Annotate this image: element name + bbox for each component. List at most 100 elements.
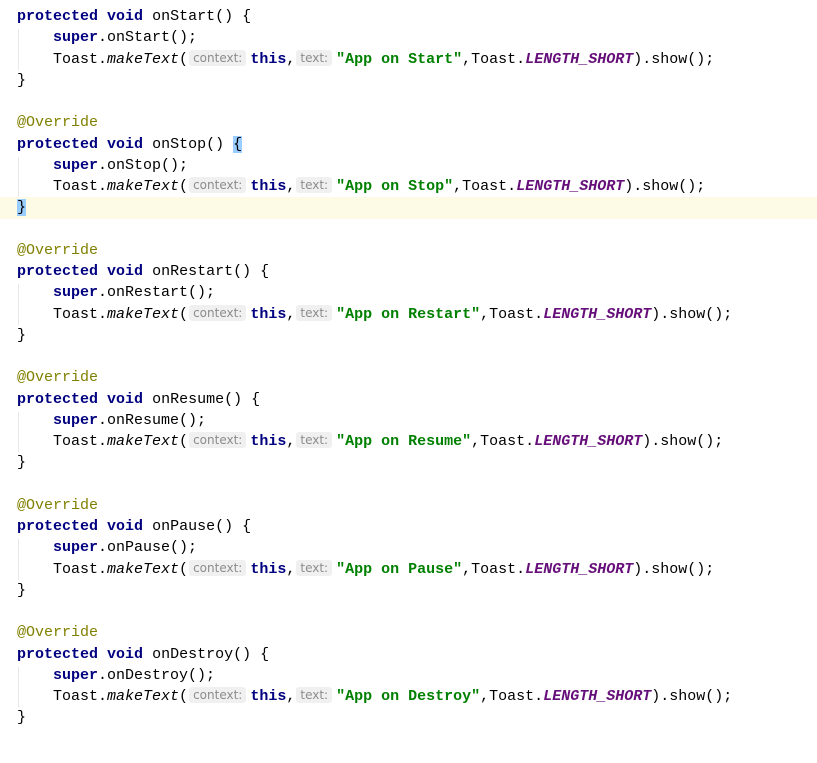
open-brace: { [242,8,252,25]
close-brace: } [17,454,27,472]
toast-line[interactable]: Toast.makeText(context: this, text: "App on… [0,176,817,197]
toast-class: Toast [53,178,99,195]
keyword-super: super [53,29,99,47]
keyword-super: super [53,284,99,302]
close-brace-line[interactable]: } [0,70,817,91]
override-annotation: @Override [17,369,99,387]
close-brace: } [17,581,27,599]
blank-line[interactable] [0,91,817,112]
toast-message-string: "App on Stop" [336,178,454,195]
super-call-line[interactable]: super.onDestroy(); [0,665,817,686]
super-call-line[interactable]: super.onStart(); [0,27,817,48]
indent-guide [18,29,19,70]
method-signature[interactable]: protected void onStop() { [0,134,817,155]
toast-message-string: "App on Destroy" [336,688,481,705]
method-signature[interactable]: protected void onDestroy() { [0,644,817,665]
blank-line[interactable] [0,346,817,367]
toast-class: Toast [53,560,99,578]
code-editor[interactable]: protected void onStart() {super.onStart(… [0,6,817,729]
blank-line[interactable] [0,474,817,495]
parameter-hint-text: text: [296,49,333,66]
indent-guide [18,667,19,707]
toast-class: Toast [53,433,99,450]
toast-line[interactable]: Toast.makeText(context: this, text: "App on… [0,49,817,70]
keyword-super: super [53,156,99,174]
override-annotation: @Override [17,241,99,259]
annotation-line[interactable]: @Override [0,622,817,643]
close-brace: } [17,199,27,217]
toast-line[interactable]: Toast.makeText(context: this, text: "App on… [0,686,817,707]
indent-guide [18,157,19,197]
blank-line[interactable] [0,601,817,622]
override-annotation: @Override [17,114,99,132]
keyword-protected: protected [17,263,99,280]
keyword-void: void [107,518,144,535]
method-name: onDestroy [152,645,234,663]
show-method: show [660,433,697,450]
toast-line[interactable]: Toast.makeText(context: this, text: "App on… [0,559,817,580]
super-method-name: onRestart [107,284,189,302]
show-method: show [642,178,679,195]
keyword-super: super [53,539,99,557]
keyword-super: super [53,411,99,429]
override-annotation: @Override [17,496,99,514]
method-signature[interactable]: protected void onResume() { [0,389,817,410]
toast-line[interactable]: Toast.makeText(context: this, text: "App on… [0,431,817,452]
method-signature[interactable]: protected void onRestart() { [0,261,817,282]
method-name: onStop [152,135,207,153]
method-signature[interactable]: protected void onPause() { [0,516,817,537]
close-brace-line[interactable]: } [0,325,817,346]
keyword-protected: protected [17,390,99,408]
annotation-line[interactable]: @Override [0,112,817,133]
make-text-method: makeText [107,560,180,578]
keyword-void: void [107,8,144,25]
toast-message-string: "App on Start" [336,50,463,68]
close-brace-line[interactable]: } [0,580,817,601]
keyword-this: this [250,178,287,195]
parameter-hint-text: text: [296,304,333,321]
method-name: onStart [152,8,216,25]
parameter-hint-context: context: [189,177,247,193]
parameter-hint-context: context: [189,49,247,66]
super-method-name: onStop [107,156,162,174]
parameter-hint-text: text: [296,177,333,193]
keyword-this: this [250,688,287,705]
close-brace: } [17,709,27,727]
method-signature[interactable]: protected void onStart() { [0,6,817,27]
show-method: show [651,50,688,68]
super-call-line[interactable]: super.onRestart(); [0,282,817,303]
parameter-hint-text: text: [296,432,333,448]
keyword-this: this [250,50,287,68]
annotation-line[interactable]: @Override [0,240,817,261]
close-brace-line[interactable]: } [0,197,817,219]
super-call-line[interactable]: super.onStop(); [0,155,817,176]
annotation-line[interactable]: @Override [0,495,817,516]
close-brace-line[interactable]: } [0,452,817,473]
open-brace: { [260,263,270,280]
close-brace: } [17,71,27,89]
toast-class: Toast [462,178,508,195]
open-brace: { [251,390,261,408]
toast-message-string: "App on Resume" [336,433,472,450]
indent-guide [18,412,19,452]
toast-line[interactable]: Toast.makeText(context: this, text: "App on… [0,304,817,325]
toast-class: Toast [53,50,99,68]
length-short-constant: LENGTH_SHORT [525,560,634,578]
make-text-method: makeText [107,433,180,450]
keyword-void: void [107,263,144,280]
length-short-constant: LENGTH_SHORT [534,433,643,450]
toast-class: Toast [489,688,535,705]
annotation-line[interactable]: @Override [0,367,817,388]
parameter-hint-text: text: [296,687,333,703]
parameter-hint-context: context: [189,432,247,448]
keyword-void: void [107,645,144,663]
super-method-name: onDestroy [107,666,189,684]
make-text-method: makeText [107,688,180,705]
super-call-line[interactable]: super.onPause(); [0,537,817,558]
super-call-line[interactable]: super.onResume(); [0,410,817,431]
indent-guide [18,539,19,580]
close-brace-line[interactable]: } [0,707,817,728]
toast-class: Toast [480,433,526,450]
blank-line[interactable] [0,219,817,240]
toast-class: Toast [53,688,99,705]
